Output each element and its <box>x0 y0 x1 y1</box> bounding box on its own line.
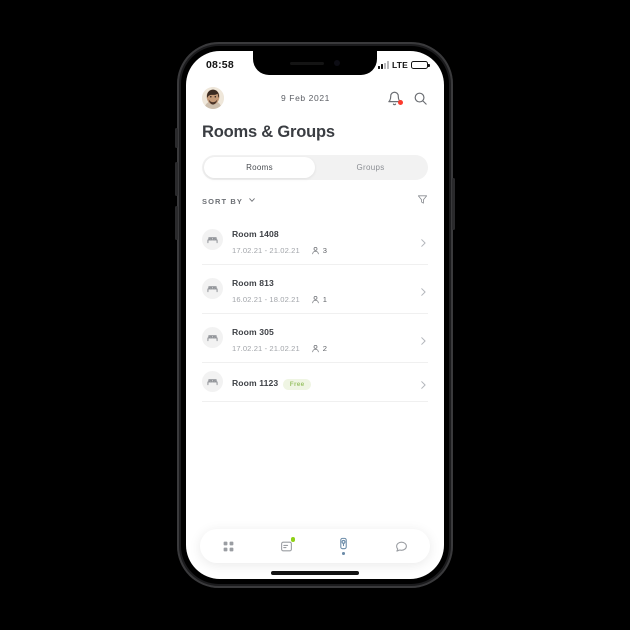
status-badge: Free <box>282 378 312 390</box>
filter-funnel-icon[interactable] <box>417 192 428 210</box>
status-bar: 08:58 LTE <box>186 51 444 77</box>
guest-count: 2 <box>322 344 328 353</box>
room-name: Room 813 <box>232 278 274 288</box>
network-type-label: LTE <box>391 60 408 70</box>
room-dates: 17.02.21 - 21.02.21 <box>232 246 300 255</box>
room-guests: 1 <box>311 295 327 304</box>
sort-row: SORT BY <box>186 180 444 210</box>
person-icon <box>312 295 319 304</box>
bell-icon[interactable] <box>387 91 403 106</box>
tab-bar <box>200 529 430 563</box>
table-row[interactable]: Room 1123 Free <box>202 363 428 402</box>
room-name: Room 1123 <box>232 377 279 388</box>
home-indicator <box>186 567 444 579</box>
header-actions <box>387 91 428 106</box>
segmented-control: Rooms Groups <box>202 155 428 180</box>
guest-count: 1 <box>322 295 328 304</box>
chevron-right-icon <box>418 284 428 296</box>
phone-frame: 08:58 LTE 9 Feb 2021 Rooms & Groups Room… <box>175 42 455 588</box>
chevron-down-icon <box>248 196 256 206</box>
volume-up-button[interactable] <box>175 162 178 196</box>
avatar[interactable] <box>202 87 224 109</box>
bed-icon <box>202 371 223 392</box>
active-tab-indicator <box>342 552 346 555</box>
badge-dot <box>290 537 295 542</box>
tab-groups[interactable]: Groups <box>315 157 426 178</box>
person-icon <box>312 246 319 255</box>
chevron-right-icon <box>418 377 428 389</box>
table-row[interactable]: Room 813 16.02.21 - 18.02.21 1 <box>202 265 428 314</box>
table-row[interactable]: Room 1408 17.02.21 - 21.02.21 3 <box>202 216 428 265</box>
search-icon[interactable] <box>413 91 428 106</box>
bookings-card-icon[interactable] <box>258 529 316 563</box>
phone-screen: 08:58 LTE 9 Feb 2021 Rooms & Groups Room… <box>186 51 444 579</box>
page-title: Rooms & Groups <box>202 123 335 141</box>
volume-down-button[interactable] <box>175 206 178 240</box>
room-dates: 16.02.21 - 18.02.21 <box>232 295 300 304</box>
app-header: 9 Feb 2021 <box>186 77 444 113</box>
silent-switch[interactable] <box>175 128 178 148</box>
signal-bars-icon <box>377 61 389 69</box>
status-time: 08:58 <box>206 59 234 71</box>
room-list: Room 1408 17.02.21 - 21.02.21 3 Room 813… <box>186 210 444 529</box>
room-guests: 3 <box>311 246 327 255</box>
bed-icon <box>202 327 223 348</box>
room-name: Room 1408 <box>232 229 279 239</box>
grid-icon[interactable] <box>200 529 258 563</box>
guest-count: 3 <box>322 246 328 255</box>
tab-rooms[interactable]: Rooms <box>204 157 315 178</box>
table-row[interactable]: Room 305 17.02.21 - 21.02.21 2 <box>202 314 428 363</box>
notification-dot <box>398 99 403 105</box>
chevron-right-icon <box>418 333 428 345</box>
room-guests: 2 <box>311 344 327 353</box>
chat-bubble-icon[interactable] <box>373 529 431 563</box>
power-button[interactable] <box>452 178 455 230</box>
room-name: Room 305 <box>232 327 274 337</box>
sort-by-label: SORT BY <box>202 196 244 206</box>
chevron-right-icon <box>418 235 428 247</box>
phone-bezel: 08:58 LTE 9 Feb 2021 Rooms & Groups Room… <box>181 46 449 584</box>
status-indicators: LTE <box>377 60 430 70</box>
key-card-icon[interactable] <box>315 529 373 563</box>
person-icon <box>312 344 319 353</box>
bed-icon <box>202 229 223 250</box>
bottom-nav <box>186 529 444 567</box>
room-dates: 17.02.21 - 21.02.21 <box>232 344 300 353</box>
header-date: 9 Feb 2021 <box>280 93 330 103</box>
bed-icon <box>202 278 223 299</box>
sort-by-button[interactable]: SORT BY <box>202 196 256 206</box>
battery-full-icon <box>411 60 430 70</box>
